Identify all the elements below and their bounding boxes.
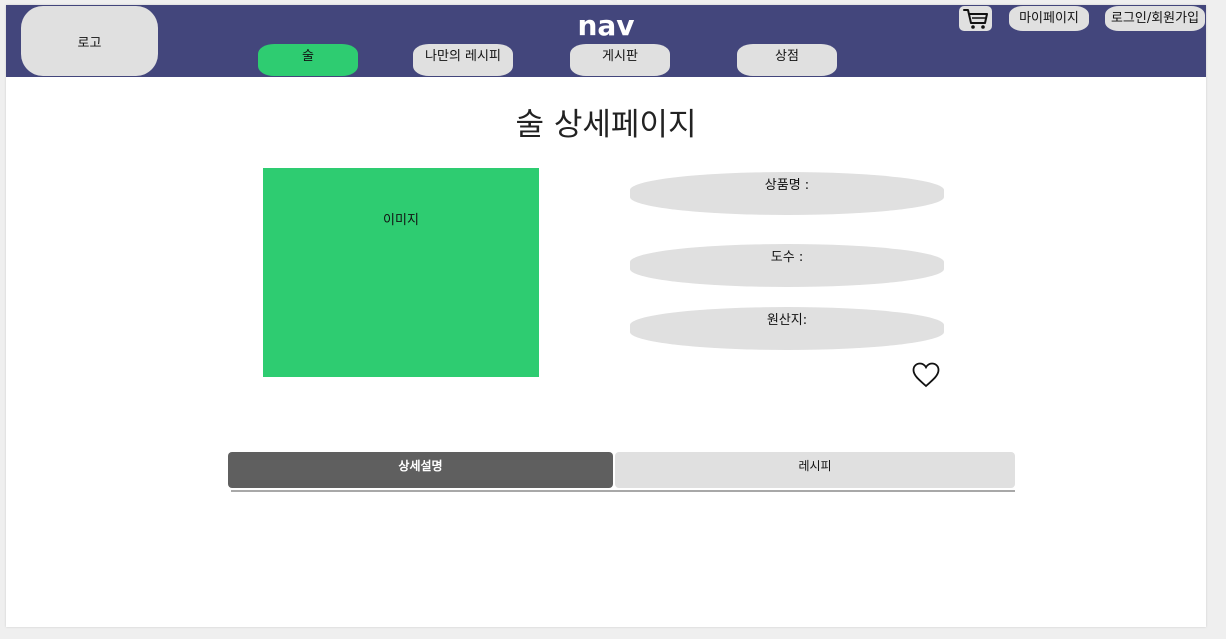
page: 로고 nav 술 나만의 레시피 게시판 상점 마이페이지 로그인/회원가입 술… bbox=[6, 5, 1206, 627]
tab-divider bbox=[231, 490, 1015, 492]
navbar: 로고 nav 술 나만의 레시피 게시판 상점 마이페이지 로그인/회원가입 bbox=[6, 5, 1206, 77]
mypage-link[interactable]: 마이페이지 bbox=[1009, 6, 1089, 31]
origin-field: 원산지: bbox=[630, 307, 944, 350]
cart-button[interactable] bbox=[959, 6, 992, 31]
detail-tabs: 상세설명 레시피 bbox=[228, 452, 1015, 492]
product-image-label: 이미지 bbox=[383, 213, 419, 228]
logo-button[interactable]: 로고 bbox=[21, 6, 158, 76]
page-title: 술 상세페이지 bbox=[515, 107, 697, 143]
product-name-field: 상품명 : bbox=[630, 172, 944, 215]
login-signup-link[interactable]: 로그인/회원가입 bbox=[1105, 6, 1205, 31]
nav-item-shop[interactable]: 상점 bbox=[737, 44, 837, 76]
tab-recipe[interactable]: 레시피 bbox=[615, 452, 1015, 488]
heart-icon[interactable] bbox=[912, 362, 940, 388]
tab-detail[interactable]: 상세설명 bbox=[228, 452, 613, 488]
cart-icon bbox=[962, 8, 988, 29]
abv-field: 도수 : bbox=[630, 244, 944, 287]
nav-item-board[interactable]: 게시판 bbox=[570, 44, 670, 76]
product-image: 이미지 bbox=[263, 168, 539, 377]
nav-item-my-recipe[interactable]: 나만의 레시피 bbox=[413, 44, 513, 76]
nav-title: nav bbox=[577, 9, 635, 42]
nav-item-liquor[interactable]: 술 bbox=[258, 44, 358, 76]
